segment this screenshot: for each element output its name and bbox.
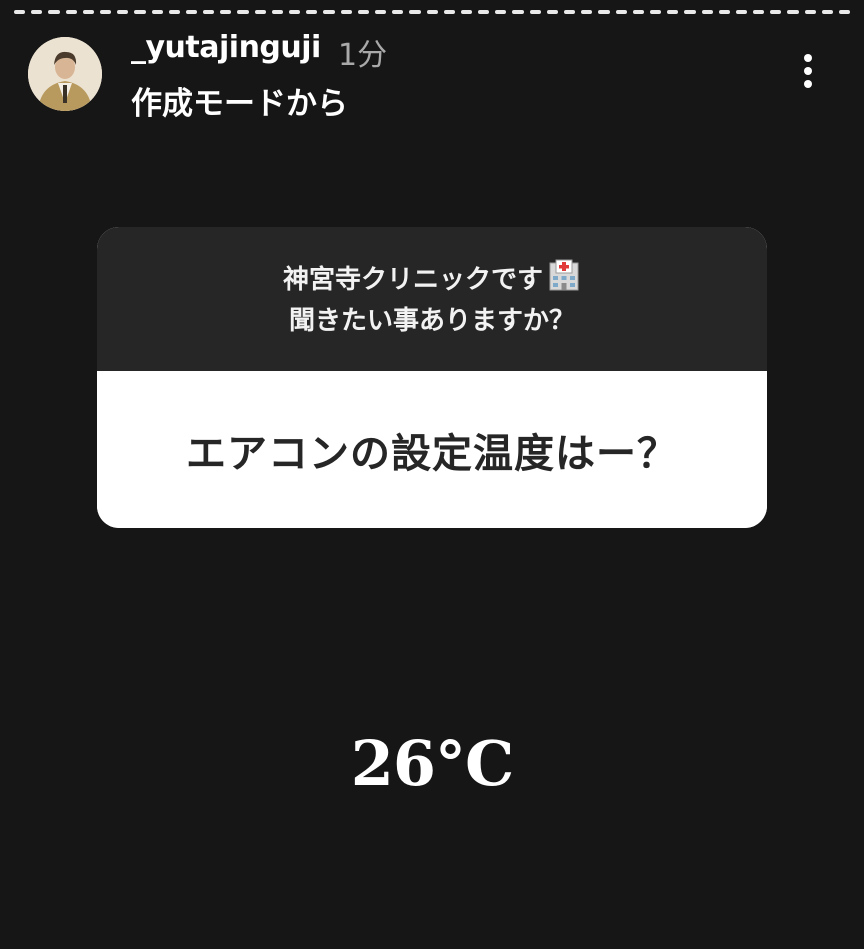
progress-segment [289,10,301,14]
question-text: エアコンの設定温度はー？ [186,430,678,477]
progress-segment [185,10,198,14]
progress-segment [374,10,387,14]
progress-segment [254,10,266,14]
progress-segment [14,10,26,14]
prompt-line-2: 聞きたい事ありますか？ [288,305,575,336]
progress-segment [271,10,283,14]
question-sticker: 神宮寺クリニックです 聞きたい事ありますか？ エアコンの設定温度はー？ [97,227,767,528]
progress-segment [443,10,455,14]
story-viewer: _yutajinguji 1分 作成モードから 神宮寺クリニックです 聞きたい事… [0,0,864,949]
progress-segment [787,10,799,14]
post-time: 1分 [338,38,388,73]
progress-segment [220,10,232,14]
more-dot [804,80,812,88]
progress-segment [117,10,129,14]
more-dot [804,67,812,75]
progress-segment [134,10,146,14]
progress-segment [753,10,765,14]
progress-segment [649,10,662,14]
progress-segment [65,10,77,14]
progress-segment [770,10,782,14]
prompt-line-1: 神宮寺クリニックです [283,259,581,302]
progress-segment [581,10,593,14]
progress-segment [529,10,541,14]
progress-segment [323,10,335,14]
progress-segment [615,10,627,14]
more-dot [804,54,812,62]
progress-segment [546,10,558,14]
progress-segment [512,10,524,14]
progress-segment [31,10,43,14]
progress-segment [99,10,112,14]
progress-segment [340,10,352,14]
progress-segment [804,10,816,14]
progress-segment [598,10,610,14]
progress-segment [409,10,421,14]
avatar-image [28,37,102,111]
progress-segment [168,10,180,14]
progress-segment [735,10,748,14]
progress-segment [821,10,833,14]
question-sticker-body: エアコンの設定温度はー？ [97,371,767,528]
question-sticker-header: 神宮寺クリニックです 聞きたい事ありますか？ [97,227,767,371]
progress-segment [426,10,438,14]
progress-segment [357,10,369,14]
progress-segment [564,10,576,14]
progress-segment [460,10,473,14]
username[interactable]: _yutajinguji [131,30,321,65]
progress-segment [82,10,94,14]
progress-segment [632,10,644,14]
progress-segment [718,10,730,14]
progress-segment [237,10,249,14]
avatar[interactable] [28,37,102,111]
story-subtitle: 作成モードから [131,86,348,122]
progress-segment [667,10,679,14]
progress-segment [48,10,60,14]
hospital-icon [547,259,581,302]
progress-segment [306,10,318,14]
progress-segment [495,10,507,14]
progress-segment [478,10,490,14]
progress-segment [701,10,713,14]
progress-segment [392,10,404,14]
answer-text: 26°C [350,727,515,800]
more-vertical-icon[interactable] [790,48,826,94]
story-progress-bar [14,10,851,14]
progress-segment [203,10,215,14]
prompt-text-1: 神宮寺クリニックです [282,265,543,295]
progress-segment [151,10,163,14]
progress-segment [839,10,851,14]
progress-segment [684,10,696,14]
